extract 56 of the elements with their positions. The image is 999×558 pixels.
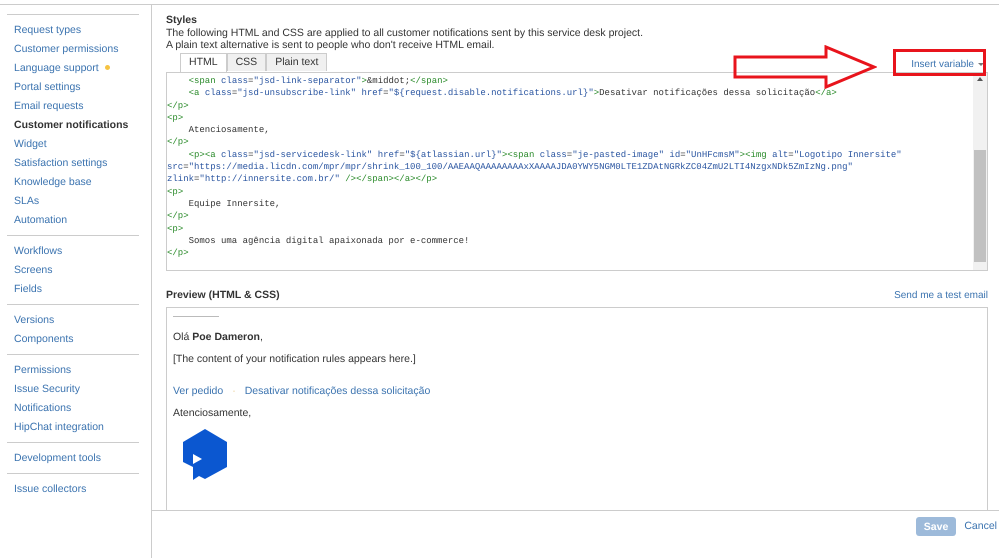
section-title: Preview (HTML & CSS)	[166, 288, 280, 302]
section-title: Styles	[166, 14, 198, 27]
preview-link[interactable]: Desativar notificações dessa solicitação	[244, 385, 430, 397]
sidebar-item[interactable]: Components	[7, 329, 74, 348]
code-line: <p><a class="jsd-servicedesk-link" href="${atlassian.url}"><span class="je-pasted-image" id="UnHFcmsM"><img alt="Logotipo Innersite"	[188, 148, 902, 162]
insert-variable-dropdown[interactable]: Insert variable	[911, 59, 988, 72]
code-editor[interactable]	[166, 72, 988, 271]
sidebar-item[interactable]: Versions	[7, 310, 54, 329]
sidebar-item[interactable]: Language support	[7, 58, 110, 77]
description-text: A plain text alternative is sent to people who don't receive HTML email.	[166, 39, 496, 51]
preview-text: [The content of your notification rules appears here.]	[173, 353, 417, 365]
sidebar-item[interactable]: Permissions	[7, 360, 72, 379]
editor-tab[interactable]: HTML	[180, 53, 227, 72]
sidebar-item[interactable]: Issue collectors	[7, 479, 86, 498]
sidebar-item[interactable]: Customer permissions	[7, 39, 118, 58]
code-line: </p>	[167, 247, 189, 260]
sidebar-item[interactable]: Satisfaction settings	[7, 153, 108, 172]
sidebar-item[interactable]: Widget	[7, 134, 47, 153]
sidebar-item[interactable]: Workflows	[7, 241, 62, 260]
sidebar-item[interactable]: Customer notifications	[7, 115, 128, 134]
code-line: <p>	[167, 112, 184, 124]
sidebar-item[interactable]: Notifications	[7, 398, 72, 417]
logo-icon	[183, 429, 227, 481]
sidebar-item[interactable]: Request types	[7, 20, 82, 39]
closing-text: Atenciosamente,	[173, 407, 252, 419]
code-line: <span class="jsd-link-separator">&middot;</span>	[188, 75, 448, 88]
sidebar-item[interactable]: Issue Security	[7, 379, 80, 398]
code-line: Equipe Innersite,	[188, 198, 280, 210]
scrollbar[interactable]	[973, 73, 987, 270]
sidebar-item[interactable]: HipChat integration	[7, 417, 104, 436]
code-line: Atenciosamente,	[188, 124, 270, 136]
description-text: The following HTML and CSS are applied to all customer notifications sent by this service desk project.	[166, 27, 644, 39]
sidebar-item[interactable]: Knowledge base	[7, 172, 92, 191]
code-line: <a class="jsd-unsubscribe-link" href="${request.disable.notifications.url}">Desativar notificações dessa solicitação</a>	[188, 87, 837, 100]
code-line: </p>	[167, 136, 189, 149]
code-line: <p>	[167, 186, 184, 198]
sidebar-item[interactable]: Development tools	[7, 448, 101, 467]
code-line: <p>	[167, 222, 184, 235]
sidebar-item[interactable]: Screens	[7, 260, 53, 279]
editor-tab[interactable]: CSS	[226, 53, 266, 71]
separator-dot: ·	[232, 385, 236, 397]
preview-link[interactable]: Ver pedido	[173, 385, 224, 397]
sidebar-item[interactable]: SLAs	[7, 191, 40, 210]
code-line: zlink="http://innersite.com.br/" /></span></a></p>	[167, 173, 438, 186]
code-line: </p>	[167, 210, 189, 223]
sidebar-item[interactable]: Email requests	[7, 96, 84, 115]
code-line: src="https://media.licdn.com/mpr/mpr/shrink_100_100/AAEAAQAAAAAAAAxXAAAAJDA0YWY5NGM0LTE1ZDAtNGRkZC04ZmU2LTI4NzgxNDk5ZmIzNg.png"	[167, 161, 853, 174]
send-test-email-link[interactable]: Send me a test email	[894, 290, 988, 300]
editor-tab[interactable]: Plain text	[266, 53, 328, 71]
sidebar-item[interactable]: Automation	[7, 210, 68, 229]
code-line: </p>	[167, 100, 189, 112]
sidebar-item[interactable]: Fields	[7, 279, 42, 298]
greeting-text: Olá Poe Dameron,	[173, 331, 264, 343]
sidebar-item[interactable]: Portal settings	[7, 77, 81, 96]
code-line: Somos uma agência digital apaixonada por e-commerce!	[188, 234, 470, 248]
cancel-link[interactable]: Cancel	[964, 517, 997, 536]
